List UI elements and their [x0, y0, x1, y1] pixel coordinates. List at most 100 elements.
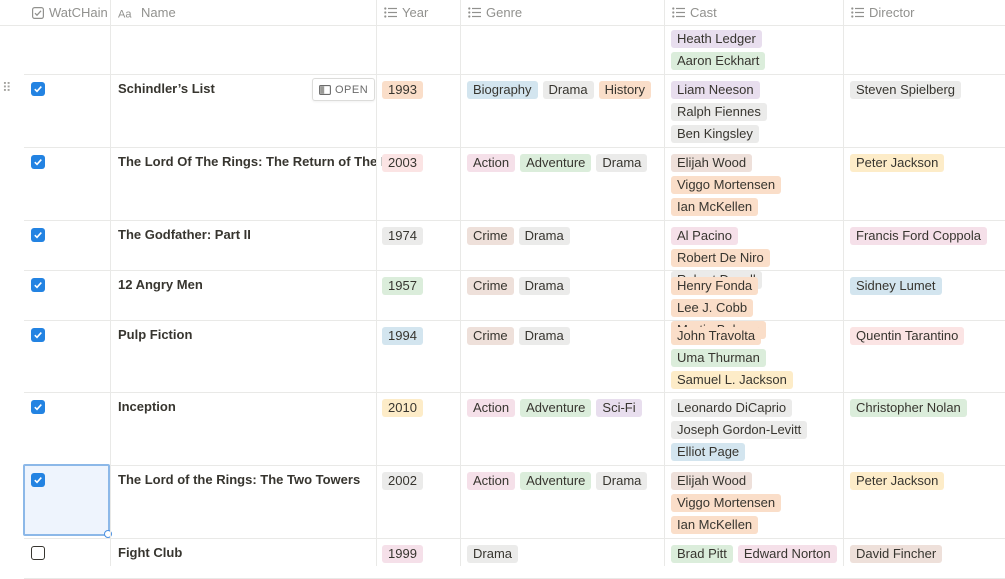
tag-chip[interactable]: Drama — [518, 327, 570, 345]
tag-chip[interactable]: Ian McKellen — [671, 198, 759, 216]
movie-name[interactable]: The Lord Of The Rings: The Return of The… — [118, 154, 410, 169]
movie-name[interactable]: 12 Angry Men — [118, 277, 203, 292]
tag-chip[interactable]: Christopher Nolan — [850, 399, 967, 417]
director-cell[interactable]: Christopher Nolan — [850, 399, 1002, 417]
watchain-checkbox[interactable] — [31, 228, 45, 242]
column-header-genre[interactable]: Genre — [460, 0, 664, 25]
year-chip[interactable]: 1999 — [382, 545, 423, 563]
cast-cell[interactable]: Brad Pitt Edward Norton — [671, 545, 840, 563]
column-header-year[interactable]: Year — [376, 0, 460, 25]
tag-chip[interactable]: Liam Neeson — [671, 81, 760, 99]
tag-chip[interactable]: Aaron Eckhart — [671, 52, 766, 70]
tag-chip[interactable]: Peter Jackson — [850, 154, 945, 172]
year-chip[interactable]: 1957 — [382, 277, 423, 295]
table-row[interactable]: Heath Ledger Aaron Eckhart — [24, 25, 1005, 75]
tag-chip[interactable]: Action — [467, 154, 516, 172]
tag-chip[interactable]: Steven Spielberg — [850, 81, 962, 99]
cast-cell[interactable]: Elijah Wood Viggo Mortensen Ian McKellen — [671, 472, 840, 534]
movie-name[interactable]: The Lord of the Rings: The Two Towers — [118, 472, 360, 487]
genre-cell[interactable]: Action Adventure Drama — [467, 472, 659, 490]
table-row[interactable]: 12 Angry Men 1957 Crime Drama Henry Fonda Lee… — [24, 270, 1005, 339]
table-row[interactable]: The Lord Of The Rings: The Return of The… — [24, 147, 1005, 221]
tag-chip[interactable]: Peter Jackson — [850, 472, 945, 490]
year-chip[interactable]: 2003 — [382, 154, 423, 172]
tag-chip[interactable]: Joseph Gordon-Levitt — [671, 421, 808, 439]
tag-chip[interactable]: John Travolta — [671, 327, 762, 345]
genre-cell[interactable]: Action Adventure Drama — [467, 154, 659, 172]
watchain-checkbox[interactable] — [31, 400, 45, 414]
year-chip[interactable]: 1994 — [382, 327, 423, 345]
director-cell[interactable]: Sidney Lumet — [850, 277, 1002, 295]
table-row[interactable]: The Lord of the Rings: The Two Towers 200… — [23, 464, 1005, 539]
director-cell[interactable]: Quentin Tarantino — [850, 327, 1002, 345]
cast-cell[interactable]: John Travolta Uma Thurman Samuel L. Jackso… — [671, 327, 840, 389]
tag-chip[interactable]: Drama — [518, 227, 570, 245]
year-cell[interactable]: 1974 — [382, 227, 456, 245]
table-row[interactable]: Pulp Fiction 1994 Crime Drama John Travolta U… — [24, 320, 1005, 393]
watchain-checkbox[interactable] — [31, 328, 45, 342]
column-header-name[interactable]: Aa Name — [110, 0, 376, 25]
tag-chip[interactable]: Elijah Wood — [671, 154, 753, 172]
open-page-button[interactable]: OPEN — [312, 78, 376, 101]
column-header-director[interactable]: Director — [843, 0, 1005, 25]
tag-chip[interactable]: Adventure — [520, 154, 592, 172]
tag-chip[interactable]: Uma Thurman — [671, 349, 766, 367]
year-cell[interactable]: 1957 — [382, 277, 456, 295]
year-chip[interactable]: 1974 — [382, 227, 423, 245]
tag-chip[interactable]: Lee J. Cobb — [671, 299, 754, 317]
tag-chip[interactable]: Samuel L. Jackson — [671, 371, 793, 389]
drag-handle-icon[interactable]: ⠿ — [2, 80, 11, 96]
tag-chip[interactable]: Edward Norton — [737, 545, 837, 563]
year-chip[interactable]: 2010 — [382, 399, 423, 417]
year-chip[interactable]: 2002 — [382, 472, 423, 490]
tag-chip[interactable]: David Fincher — [850, 545, 943, 563]
tag-chip[interactable]: Leonardo DiCaprio — [671, 399, 793, 417]
director-cell[interactable]: Francis Ford Coppola — [850, 227, 1002, 245]
tag-chip[interactable]: Viggo Mortensen — [671, 176, 782, 194]
tag-chip[interactable]: Drama — [467, 545, 519, 563]
tag-chip[interactable]: Ralph Fiennes — [671, 103, 767, 121]
cast-cell[interactable]: Heath Ledger Aaron Eckhart — [671, 30, 840, 70]
tag-chip[interactable]: Quentin Tarantino — [850, 327, 965, 345]
genre-cell[interactable]: Crime Drama — [467, 327, 659, 345]
movie-name[interactable]: Fight Club — [118, 545, 182, 560]
year-cell[interactable]: 2010 — [382, 399, 456, 417]
table-row[interactable]: Inception 2010 Action Adventure Sci-Fi Leonar… — [24, 392, 1005, 466]
year-cell[interactable]: 1999 — [382, 545, 456, 563]
tag-chip[interactable]: Biography — [467, 81, 538, 99]
watchain-checkbox[interactable] — [31, 82, 45, 96]
cast-cell[interactable]: Leonardo DiCaprio Joseph Gordon-Levitt Ell… — [671, 399, 840, 461]
tag-chip[interactable]: Adventure — [520, 472, 592, 490]
tag-chip[interactable]: Robert De Niro — [671, 249, 770, 267]
tag-chip[interactable]: Sci-Fi — [596, 399, 642, 417]
tag-chip[interactable]: Al Pacino — [671, 227, 738, 245]
genre-cell[interactable]: Crime Drama — [467, 227, 659, 245]
tag-chip[interactable]: Francis Ford Coppola — [850, 227, 987, 245]
movie-name[interactable]: Schindler’s List — [118, 81, 215, 96]
table-row[interactable]: Fight Club 1999 Drama Brad Pitt Edward Norto… — [24, 538, 1005, 579]
column-header-watchain[interactable]: WatCHain — [24, 0, 110, 25]
tag-chip[interactable]: Elijah Wood — [671, 472, 753, 490]
tag-chip[interactable]: Crime — [467, 227, 514, 245]
director-cell[interactable]: David Fincher — [850, 545, 1002, 563]
movie-name[interactable]: Inception — [118, 399, 176, 414]
watchain-checkbox[interactable] — [31, 546, 45, 560]
watchain-checkbox[interactable] — [31, 278, 45, 292]
movie-name[interactable]: The Godfather: Part II — [118, 227, 251, 242]
tag-chip[interactable]: Action — [467, 399, 516, 417]
movie-name[interactable]: Pulp Fiction — [118, 327, 192, 342]
tag-chip[interactable]: Action — [467, 472, 516, 490]
tag-chip[interactable]: Viggo Mortensen — [671, 494, 782, 512]
tag-chip[interactable]: Ben Kingsley — [671, 125, 759, 143]
tag-chip[interactable]: Drama — [596, 154, 648, 172]
watchain-checkbox[interactable] — [31, 155, 45, 169]
tag-chip[interactable]: Sidney Lumet — [850, 277, 942, 295]
year-cell[interactable]: 2003 — [382, 154, 456, 172]
genre-cell[interactable]: Crime Drama — [467, 277, 659, 295]
table-row[interactable]: Schindler’s List OPEN 1993 Biography Drama Hi… — [24, 74, 1005, 148]
table-row[interactable]: The Godfather: Part II 1974 Crime Drama Al P… — [24, 220, 1005, 289]
year-cell[interactable]: 1993 — [382, 81, 456, 99]
tag-chip[interactable]: Ian McKellen — [671, 516, 759, 534]
director-cell[interactable]: Peter Jackson — [850, 154, 1002, 172]
tag-chip[interactable]: Drama — [596, 472, 648, 490]
